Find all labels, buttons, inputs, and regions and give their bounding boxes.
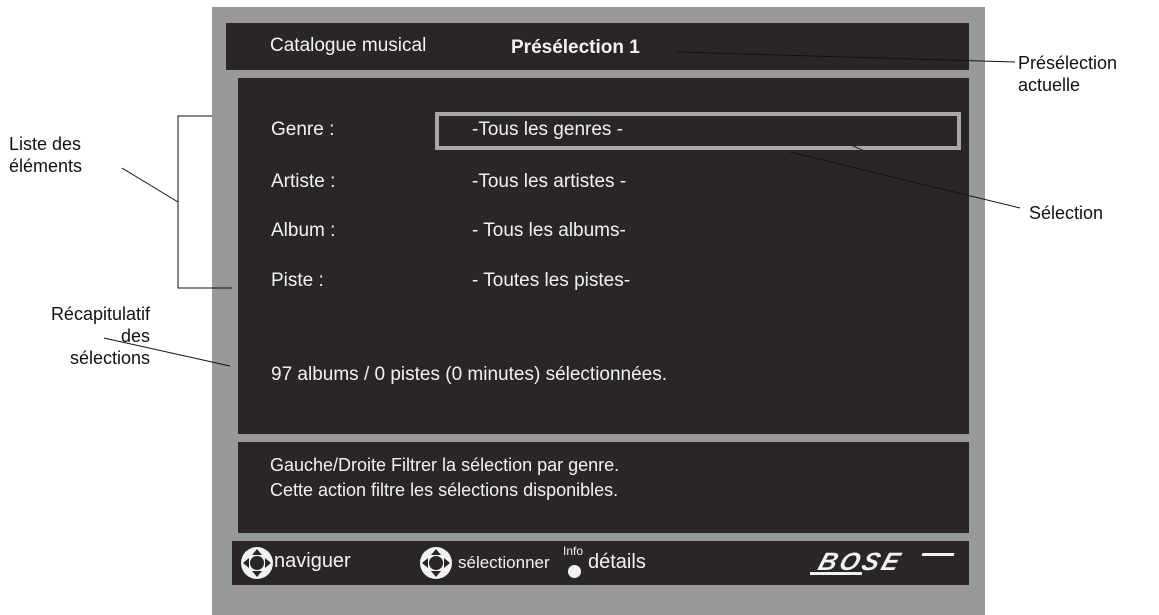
current-preset-callout: Présélection actuelle bbox=[1018, 52, 1117, 96]
callout-text: des bbox=[120, 326, 150, 346]
callout-text: éléments bbox=[9, 156, 83, 176]
callout-text: sélections bbox=[69, 348, 150, 368]
selection-callout: Sélection bbox=[1029, 202, 1103, 224]
callout-text: Liste des bbox=[9, 134, 82, 154]
selection-summary-callout: Récapitulatif des sélections bbox=[6, 303, 150, 369]
callout-text: Sélection bbox=[1029, 203, 1104, 223]
callout-lines bbox=[103, 24, 1021, 367]
callout-text: actuelle bbox=[1018, 75, 1081, 95]
item-list-callout: Liste des éléments bbox=[9, 133, 82, 177]
callout-text: Présélection bbox=[1018, 53, 1118, 73]
callout-text: Récapitulatif bbox=[50, 304, 150, 324]
